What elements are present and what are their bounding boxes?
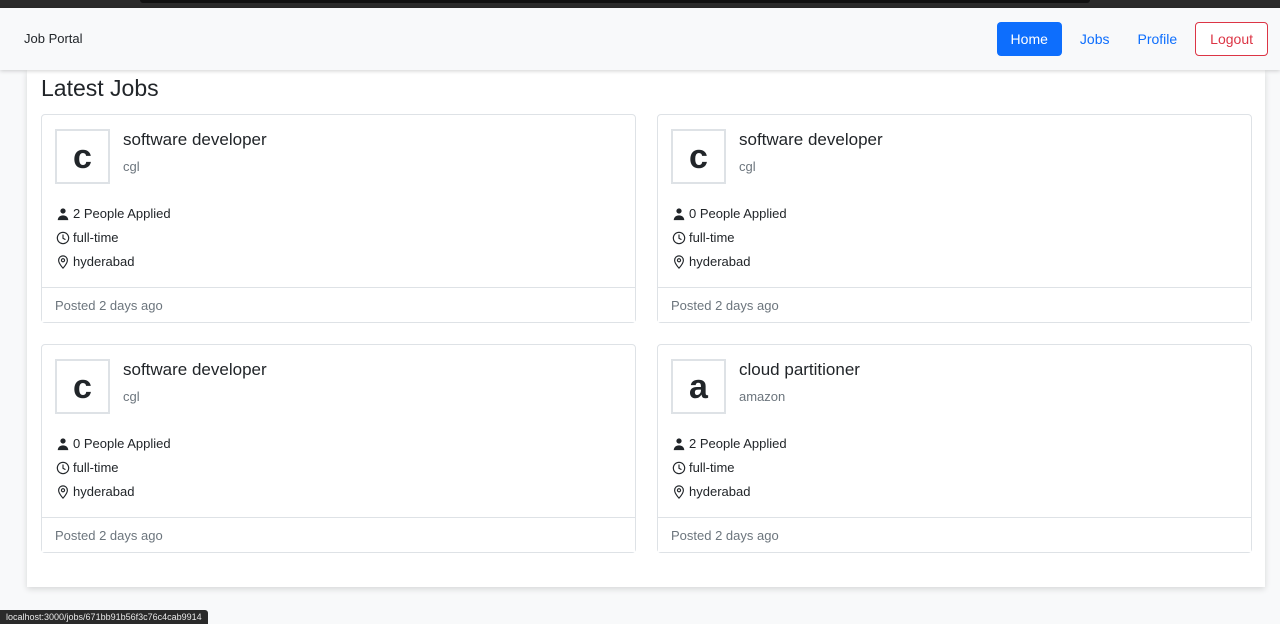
job-type: full-time bbox=[672, 460, 735, 475]
job-location-text: hyderabad bbox=[73, 254, 135, 269]
clock-icon bbox=[672, 231, 686, 244]
clock-icon bbox=[56, 231, 70, 244]
job-title[interactable]: software developer bbox=[123, 360, 267, 380]
clock-icon bbox=[56, 461, 70, 474]
clock-icon bbox=[672, 461, 686, 474]
job-location: hyderabad bbox=[672, 254, 750, 269]
brand-link[interactable]: Job Portal bbox=[24, 31, 83, 46]
map-pin-icon bbox=[674, 484, 684, 499]
map-pin-icon bbox=[58, 254, 68, 269]
company-name: cgl bbox=[123, 159, 140, 174]
applied-count: 0 People Applied bbox=[56, 436, 171, 451]
posted-date: Posted 2 days ago bbox=[42, 517, 635, 552]
posted-date: Posted 2 days ago bbox=[42, 287, 635, 322]
applied-text: 0 People Applied bbox=[73, 436, 171, 451]
job-type: full-time bbox=[672, 230, 735, 245]
person-icon bbox=[57, 437, 69, 450]
posted-date: Posted 2 days ago bbox=[658, 517, 1251, 552]
company-name: cgl bbox=[739, 159, 756, 174]
job-location-text: hyderabad bbox=[73, 484, 135, 499]
company-name: amazon bbox=[739, 389, 786, 404]
job-type-text: full-time bbox=[689, 460, 735, 475]
job-card[interactable]: a cloud partitioner amazon 2 People Appl… bbox=[657, 344, 1252, 553]
job-location-text: hyderabad bbox=[689, 254, 751, 269]
map-pin-icon bbox=[674, 254, 684, 269]
jobs-panel: Latest Jobs c software developer cgl 2 P… bbox=[27, 70, 1265, 587]
applied-text: 2 People Applied bbox=[73, 206, 171, 221]
company-initial-logo: c bbox=[671, 129, 726, 184]
job-card[interactable]: c software developer cgl 2 People Applie… bbox=[41, 114, 636, 323]
link-preview-statusbar: localhost:3000/jobs/671bb91b56f3c76c4cab… bbox=[0, 610, 208, 624]
jobs-link[interactable]: Jobs bbox=[1066, 22, 1124, 56]
job-location-text: hyderabad bbox=[689, 484, 751, 499]
navbar: Job Portal Home Jobs Profile Logout bbox=[0, 8, 1280, 70]
applied-text: 2 People Applied bbox=[689, 436, 787, 451]
job-location: hyderabad bbox=[56, 254, 134, 269]
applied-count: 2 People Applied bbox=[56, 206, 171, 221]
job-title[interactable]: software developer bbox=[123, 130, 267, 150]
applied-count: 2 People Applied bbox=[672, 436, 787, 451]
home-button[interactable]: Home bbox=[996, 22, 1062, 56]
job-type-text: full-time bbox=[73, 230, 119, 245]
job-location: hyderabad bbox=[56, 484, 134, 499]
jobs-grid: c software developer cgl 2 People Applie… bbox=[41, 114, 1252, 553]
job-type: full-time bbox=[56, 230, 119, 245]
job-card[interactable]: c software developer cgl 0 People Applie… bbox=[657, 114, 1252, 323]
nav-links: Home Jobs Profile Logout bbox=[996, 22, 1268, 56]
page-title: Latest Jobs bbox=[41, 75, 159, 101]
job-location: hyderabad bbox=[672, 484, 750, 499]
logout-button[interactable]: Logout bbox=[1195, 22, 1268, 56]
applied-text: 0 People Applied bbox=[689, 206, 787, 221]
job-type-text: full-time bbox=[689, 230, 735, 245]
company-initial-logo: a bbox=[671, 359, 726, 414]
company-name: cgl bbox=[123, 389, 140, 404]
profile-link[interactable]: Profile bbox=[1123, 22, 1191, 56]
job-type: full-time bbox=[56, 460, 119, 475]
person-icon bbox=[673, 437, 685, 450]
applied-count: 0 People Applied bbox=[672, 206, 787, 221]
map-pin-icon bbox=[58, 484, 68, 499]
company-initial-logo: c bbox=[55, 129, 110, 184]
posted-date: Posted 2 days ago bbox=[658, 287, 1251, 322]
browser-top-strip-inner bbox=[140, 0, 1090, 3]
company-initial-logo: c bbox=[55, 359, 110, 414]
person-icon bbox=[57, 207, 69, 220]
job-type-text: full-time bbox=[73, 460, 119, 475]
job-card[interactable]: c software developer cgl 0 People Applie… bbox=[41, 344, 636, 553]
browser-top-strip bbox=[0, 0, 1280, 8]
job-title[interactable]: software developer bbox=[739, 130, 883, 150]
job-title[interactable]: cloud partitioner bbox=[739, 360, 860, 380]
person-icon bbox=[673, 207, 685, 220]
